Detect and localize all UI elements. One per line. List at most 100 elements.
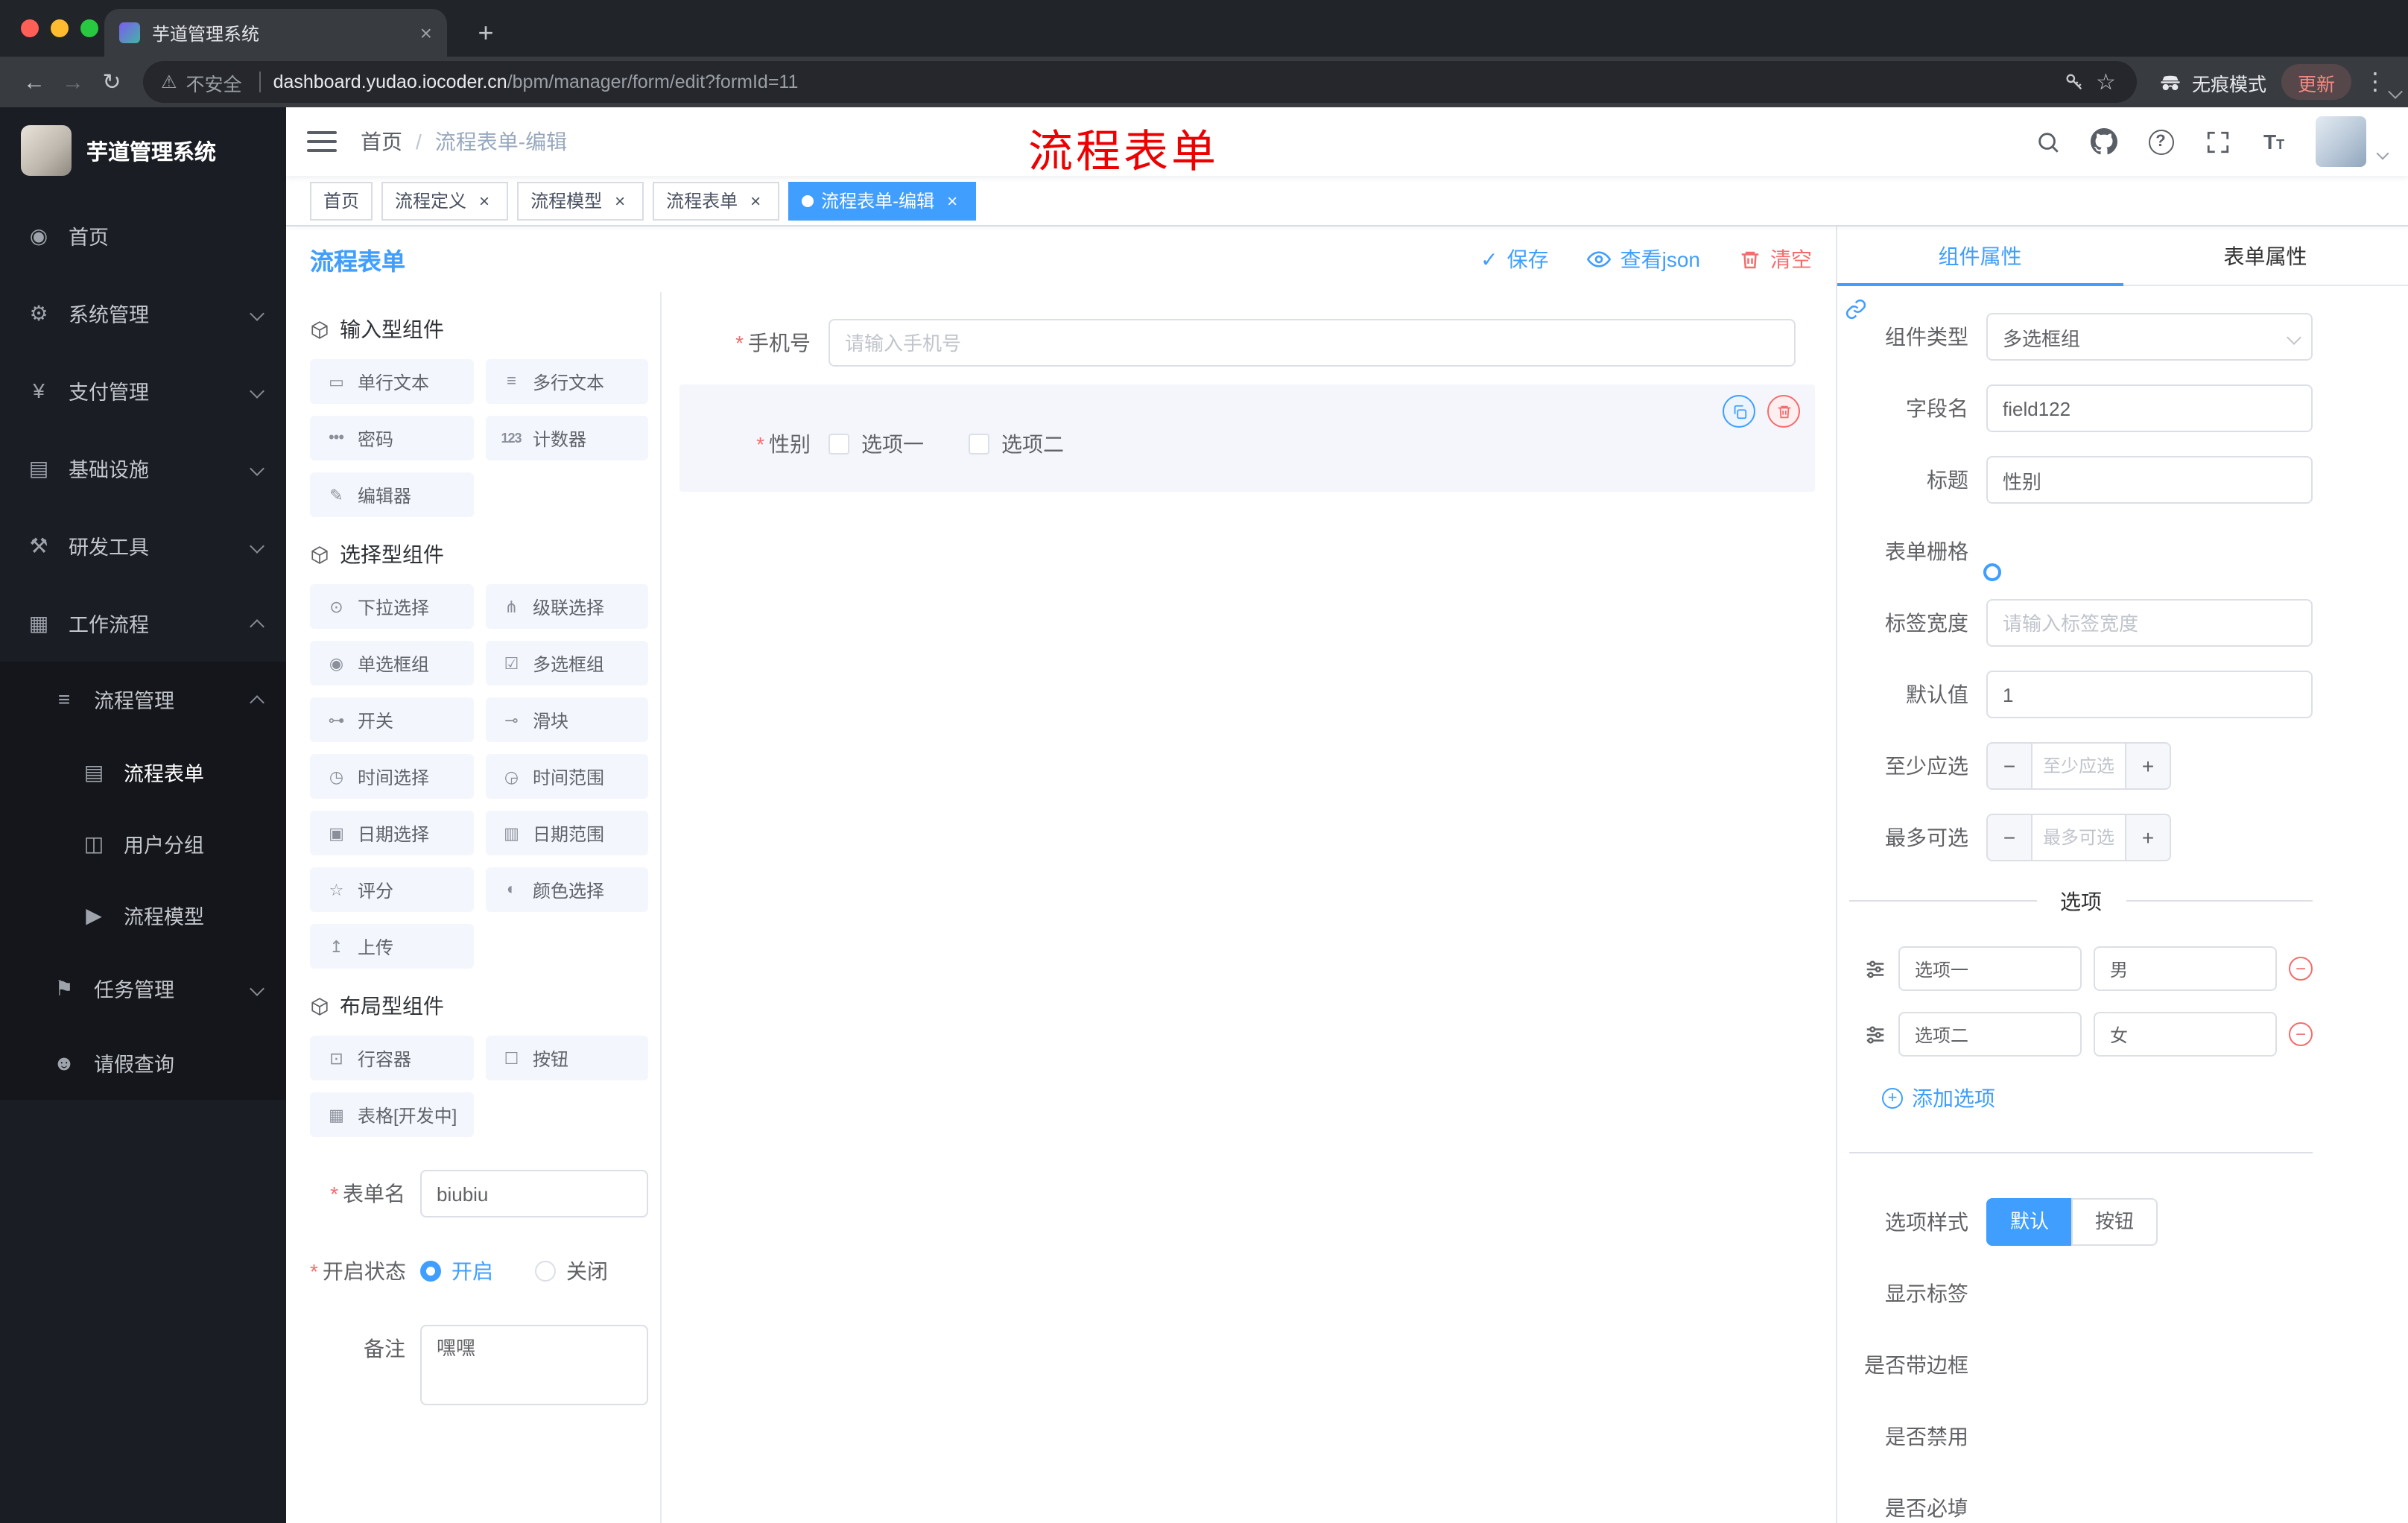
tag-process-form-edit[interactable]: 流程表单-编辑 <box>788 181 977 220</box>
tag-process-definition[interactable]: 流程定义 <box>381 181 509 220</box>
update-button[interactable]: 更新 <box>2281 64 2351 100</box>
palette-item-password[interactable]: ••• 密码 <box>310 416 473 460</box>
back-button[interactable] <box>15 63 54 101</box>
tag-close-icon[interactable] <box>745 190 766 211</box>
tag-home[interactable]: 首页 <box>310 181 373 220</box>
component-type-select[interactable] <box>1986 313 2313 361</box>
traffic-light-minimize[interactable] <box>51 19 69 37</box>
palette-item-rate[interactable]: ☆ 评分 <box>310 867 473 912</box>
drag-handle-icon[interactable] <box>1864 957 1886 980</box>
component-type-value[interactable] <box>1986 313 2313 361</box>
palette-item-row-container[interactable]: ⊡ 行容器 <box>310 1036 473 1080</box>
palette-item-cascader[interactable]: ⋔ 级联选择 <box>485 584 648 629</box>
tag-process-model[interactable]: 流程模型 <box>517 181 644 220</box>
font-size-icon[interactable] <box>2259 127 2289 156</box>
drag-handle-icon[interactable] <box>1864 1023 1886 1045</box>
sidebar-item-home[interactable]: ◉ 首页 <box>0 197 286 274</box>
palette-item-time-picker[interactable]: ◷ 时间选择 <box>310 754 473 799</box>
tag-process-form[interactable]: 流程表单 <box>653 181 780 220</box>
tab-form-props[interactable]: 表单属性 <box>2123 227 2408 285</box>
option-label-input[interactable] <box>1898 946 2082 991</box>
palette-item-upload[interactable]: ↥ 上传 <box>310 924 473 969</box>
copy-button[interactable] <box>1723 395 1755 428</box>
palette-item-select[interactable]: ⊙ 下拉选择 <box>310 584 473 629</box>
palette-item-switch[interactable]: ⊶ 开关 <box>310 697 473 742</box>
key-icon[interactable] <box>2063 72 2084 92</box>
minus-button[interactable] <box>1988 815 2032 860</box>
bookmark-star-icon[interactable] <box>2096 69 2116 95</box>
tab-close-icon[interactable] <box>420 21 432 45</box>
title-input[interactable] <box>1986 456 2313 504</box>
reload-button[interactable] <box>92 63 131 101</box>
palette-item-counter[interactable]: 123 计数器 <box>485 416 648 460</box>
sidebar-item-workflow[interactable]: ▦ 工作流程 <box>0 584 286 662</box>
palette-item-slider[interactable]: ⊸ 滑块 <box>485 697 648 742</box>
sidebar-item-dev-tools[interactable]: ⚒ 研发工具 <box>0 507 286 584</box>
browser-tab[interactable]: 芋道管理系统 <box>104 9 447 57</box>
palette-item-date-range[interactable]: ▥ 日期范围 <box>485 811 648 855</box>
field-name-input[interactable] <box>1986 384 2313 432</box>
user-avatar[interactable] <box>2316 116 2366 167</box>
browser-menu-icon[interactable] <box>2363 67 2387 97</box>
traffic-light-maximize[interactable] <box>80 19 98 37</box>
palette-item-button[interactable]: ☐ 按钮 <box>485 1036 648 1080</box>
new-tab-button[interactable] <box>468 15 504 51</box>
tab-component-props[interactable]: 组件属性 <box>1837 227 2123 286</box>
minus-button[interactable] <box>1988 744 2032 788</box>
form-remark-textarea[interactable]: 嘿嘿 <box>420 1325 648 1405</box>
remove-option-button[interactable] <box>2289 957 2313 981</box>
checkbox-option-1[interactable]: 选项一 <box>828 429 924 459</box>
palette-item-checkbox-group[interactable]: ☑ 多选框组 <box>485 641 648 685</box>
option-value-input[interactable] <box>2094 1012 2277 1057</box>
option-label-input[interactable] <box>1898 1012 2082 1057</box>
address-bar[interactable]: 不安全 dashboard.yudao.iocoder.cn /bpm/mana… <box>143 61 2137 103</box>
menu-toggle-button[interactable] <box>307 131 337 152</box>
sidebar-item-payment-mgmt[interactable]: ¥ 支付管理 <box>0 352 286 429</box>
status-radio-on[interactable]: 开启 <box>420 1256 493 1286</box>
save-button[interactable]: 保存 <box>1480 244 1549 274</box>
palette-item-radio-group[interactable]: ◉ 单选框组 <box>310 641 473 685</box>
breadcrumb-home[interactable]: 首页 <box>361 127 402 156</box>
sidebar-item-process-form[interactable]: ▤ 流程表单 <box>0 736 286 808</box>
tag-close-icon[interactable] <box>609 190 630 211</box>
sidebar-item-infrastructure[interactable]: ▤ 基础设施 <box>0 429 286 507</box>
traffic-light-close[interactable] <box>21 19 39 37</box>
tag-close-icon[interactable] <box>942 190 963 211</box>
link-icon[interactable] <box>1845 298 1867 328</box>
palette-item-color-picker[interactable]: ◐ 颜色选择 <box>485 867 648 912</box>
remove-option-button[interactable] <box>2289 1022 2313 1046</box>
max-select-input[interactable] <box>2032 815 2125 860</box>
palette-item-date-picker[interactable]: ▣ 日期选择 <box>310 811 473 855</box>
min-select-input[interactable] <box>2032 744 2125 788</box>
plus-button[interactable] <box>2125 815 2170 860</box>
style-button-button[interactable]: 按钮 <box>2071 1198 2158 1246</box>
help-icon[interactable] <box>2146 127 2176 156</box>
form-name-input[interactable] <box>420 1170 648 1218</box>
palette-item-time-range[interactable]: ◶ 时间范围 <box>485 754 648 799</box>
search-icon[interactable] <box>2032 127 2062 156</box>
checkbox-option-2[interactable]: 选项二 <box>969 429 1064 459</box>
clear-button[interactable]: 清空 <box>1739 244 1812 274</box>
phone-input[interactable] <box>828 319 1796 367</box>
forward-button[interactable] <box>54 63 92 101</box>
fullscreen-icon[interactable] <box>2202 127 2232 156</box>
label-width-input[interactable] <box>1986 599 2313 647</box>
style-default-button[interactable]: 默认 <box>1986 1198 2073 1246</box>
add-option-button[interactable]: 添加选项 <box>1882 1083 1995 1113</box>
status-radio-off[interactable]: 关闭 <box>535 1256 608 1286</box>
form-item-phone[interactable]: 手机号 <box>679 319 1815 367</box>
palette-item-editor[interactable]: ✎ 编辑器 <box>310 472 473 517</box>
view-json-button[interactable]: 查看json <box>1587 244 1700 274</box>
slider-handle[interactable] <box>1983 563 2001 581</box>
default-value-input[interactable] <box>1986 671 2313 718</box>
plus-button[interactable] <box>2125 744 2170 788</box>
sidebar-item-process-mgmt[interactable]: ≡ 流程管理 <box>0 662 286 736</box>
selected-form-item-gender[interactable]: 性别 选项一 选项二 <box>679 384 1815 492</box>
tag-close-icon[interactable] <box>474 190 495 211</box>
option-value-input[interactable] <box>2094 946 2277 991</box>
palette-item-single-line-text[interactable]: ▭ 单行文本 <box>310 359 473 404</box>
sidebar-item-task-mgmt[interactable]: ⚑ 任务管理 <box>0 951 286 1025</box>
sidebar-item-process-model[interactable]: ▶ 流程模型 <box>0 879 286 951</box>
github-icon[interactable] <box>2089 127 2119 156</box>
delete-button[interactable] <box>1767 395 1800 428</box>
